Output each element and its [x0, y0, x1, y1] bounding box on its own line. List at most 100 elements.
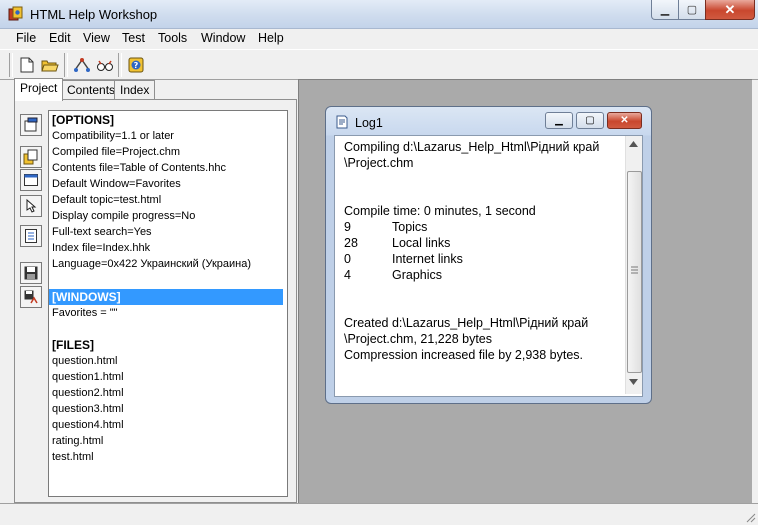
log-stat-row: 0 Internet links [344, 251, 463, 267]
list-item[interactable]: Language=0x422 Украинский (Украина) [52, 256, 251, 272]
menu-window[interactable]: Window [201, 31, 245, 45]
tab-index[interactable]: Index [114, 80, 156, 100]
list-item[interactable]: rating.html [52, 433, 103, 449]
stat-label: Graphics [392, 268, 443, 282]
status-bar [0, 503, 758, 525]
menu-file[interactable]: File [16, 31, 36, 45]
window-title: HTML Help Workshop [30, 7, 158, 22]
section-header-files[interactable]: [FILES] [52, 337, 94, 353]
log-document-icon [335, 115, 349, 129]
toolbar-separator [64, 53, 68, 77]
help-button[interactable]: ? [125, 54, 146, 75]
section-header-options[interactable]: [OPTIONS] [52, 112, 114, 128]
stat-count: 4 [344, 268, 351, 282]
list-item[interactable]: test.html [52, 449, 94, 465]
view-compiled-icon [96, 60, 113, 71]
change-options-button[interactable] [20, 114, 42, 136]
list-item[interactable]: question3.html [52, 401, 124, 417]
list-item[interactable]: Display compile progress=No [52, 208, 195, 224]
window-definition-icon [24, 174, 38, 186]
minimize-icon: ▁ [660, 4, 670, 16]
stat-count: 28 [344, 236, 358, 250]
svg-text:?: ? [133, 61, 138, 70]
toolbar: ? [0, 49, 758, 80]
stat-label: Local links [392, 236, 451, 250]
log-window[interactable]: Log1 ▁ ▢ ✕ Compiling d:\Lazarus_Help_Htm… [325, 106, 652, 404]
menu-edit[interactable]: Edit [49, 31, 71, 45]
project-tab-panel: [OPTIONS] Compatibility=1.1 or later Com… [14, 99, 297, 503]
minimize-icon: ▁ [555, 115, 563, 126]
view-compiled-file-button[interactable] [94, 54, 115, 75]
maximize-button[interactable]: ▢ [678, 0, 706, 20]
compile-icon [73, 57, 90, 72]
scrollbar-thumb[interactable] [627, 171, 642, 373]
stat-label: Internet links [392, 252, 463, 266]
toolbar-separator [118, 53, 122, 77]
restore-icon: ▢ [585, 115, 595, 126]
save-all-compile-button[interactable] [20, 286, 42, 308]
list-item[interactable]: Full-text search=Yes [52, 224, 152, 240]
list-item[interactable]: question4.html [52, 417, 124, 433]
vertical-scrollbar[interactable] [625, 136, 642, 394]
log-stat-row: 9 Topics [344, 219, 427, 235]
list-item[interactable]: question2.html [52, 385, 124, 401]
toolbar-separator [9, 53, 13, 77]
menu-test[interactable]: Test [122, 31, 145, 45]
log-minimize-button[interactable]: ▁ [545, 112, 573, 129]
information-types-button[interactable] [20, 225, 42, 247]
files-icon [23, 149, 38, 165]
app-icon [8, 6, 24, 22]
open-icon [40, 60, 59, 71]
list-item[interactable]: question1.html [52, 369, 124, 385]
menu-help[interactable]: Help [258, 31, 284, 45]
project-list[interactable]: [OPTIONS] Compatibility=1.1 or later Com… [48, 110, 288, 497]
menu-bar: File Edit View Test Tools Window Help [0, 29, 758, 48]
add-modify-window-button[interactable] [20, 169, 42, 191]
save-all-compile-icon [24, 290, 38, 304]
help-icon: ? [128, 57, 143, 72]
save-project-button[interactable] [20, 262, 42, 284]
open-button[interactable] [39, 54, 60, 75]
log-text-area[interactable]: Compiling d:\Lazarus_Help_Html\Рідний кр… [334, 135, 643, 397]
log-line: \Project.chm [344, 156, 414, 170]
scroll-down-icon[interactable] [629, 379, 638, 385]
document-list-icon [25, 229, 37, 243]
log-restore-button[interactable]: ▢ [576, 112, 604, 129]
section-header-windows[interactable]: [WINDOWS] [52, 289, 121, 305]
stat-count: 9 [344, 220, 351, 234]
add-remove-files-button[interactable] [20, 146, 42, 168]
list-item[interactable]: Contents file=Table of Contents.hhc [52, 160, 226, 176]
log-close-button[interactable]: ✕ [607, 112, 642, 129]
maximize-icon: ▢ [686, 4, 698, 16]
new-project-button[interactable] [16, 54, 37, 75]
close-button[interactable]: ✕ [705, 0, 755, 20]
menu-tools[interactable]: Tools [158, 31, 187, 45]
stat-count: 0 [344, 252, 351, 266]
tab-project[interactable]: Project [14, 78, 64, 101]
log-line: \Project.chm, 21,228 bytes [344, 332, 492, 346]
log-line: Compression increased file by 2,938 byte… [344, 348, 584, 362]
resize-grip-icon[interactable] [744, 511, 756, 523]
list-item[interactable]: Index file=Index.hhk [52, 240, 150, 256]
list-item[interactable]: Default topic=test.html [52, 192, 161, 208]
list-item[interactable]: Compiled file=Project.chm [52, 144, 180, 160]
log-stat-row: 28 Local links [344, 235, 450, 251]
html-api-button[interactable] [20, 195, 42, 217]
new-icon [20, 57, 33, 72]
scroll-up-icon[interactable] [629, 141, 638, 147]
list-item[interactable]: Compatibility=1.1 or later [52, 128, 174, 144]
log-line: Compile time: 0 minutes, 1 second [344, 204, 536, 218]
log-window-title: Log1 [355, 116, 383, 130]
save-icon [24, 266, 38, 280]
grip-icon [631, 266, 638, 274]
log-line: Created d:\Lazarus_Help_Html\Рідний край [344, 316, 589, 330]
list-item[interactable]: Default Window=Favorites [52, 176, 181, 192]
list-item[interactable]: Favorites = "" [52, 305, 118, 321]
minimize-button[interactable]: ▁ [651, 0, 679, 20]
log-line: Compiling d:\Lazarus_Help_Html\Рідний кр… [344, 140, 600, 154]
tab-contents[interactable]: Contents [61, 80, 122, 100]
list-item[interactable]: question.html [52, 353, 117, 369]
compile-button[interactable] [71, 54, 92, 75]
menu-view[interactable]: View [83, 31, 110, 45]
options-icon [24, 117, 38, 132]
